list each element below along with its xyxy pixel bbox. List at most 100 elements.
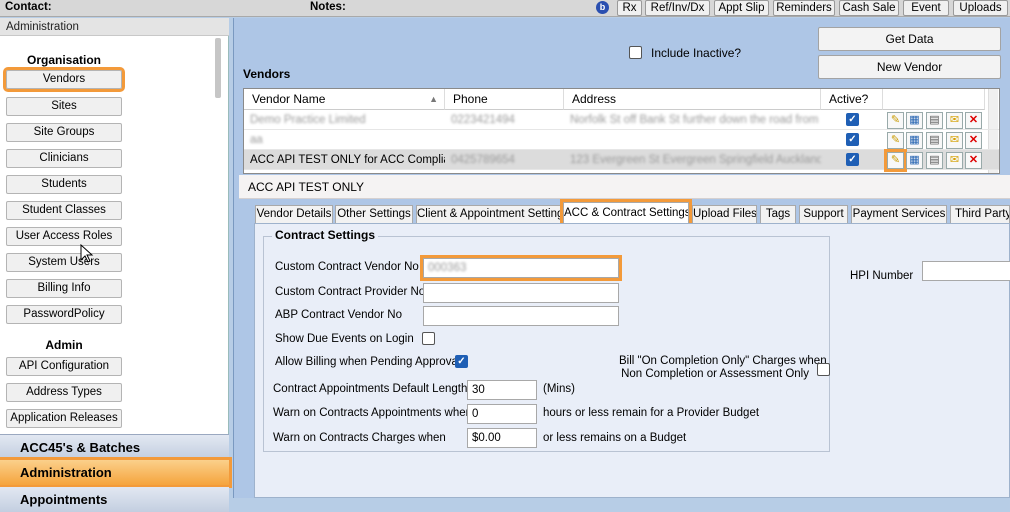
contract-settings-group: Contract Settings Custom Contract Vendor… [263,228,830,452]
table-row[interactable]: Demo Practice Limited 0223421494 Norfolk… [244,110,999,130]
warn-appointments-label: Warn on Contracts Appointments when [273,407,473,419]
tab-other-settings[interactable]: Other Settings [335,205,413,223]
clipboard-icon[interactable]: ▤ [926,112,943,129]
edit-pencil-icon[interactable]: ✎ [887,132,904,149]
warn-charges-field[interactable]: $0.00 [467,428,537,448]
default-length-field[interactable]: 30 [467,380,537,400]
hpi-number-label: HPI Number [850,270,914,282]
warn-appointments-field[interactable]: 0 [467,404,537,424]
tab-tags[interactable]: Tags [760,205,796,223]
abp-contract-vendor-no-field[interactable] [423,306,619,326]
hpi-number-field[interactable] [922,261,1010,281]
calendar-icon[interactable]: ▦ [906,112,923,129]
uploads-button[interactable]: Uploads [953,0,1008,16]
sidebar-item-billing-info[interactable]: Billing Info [6,279,122,298]
tab-acc-contract-settings[interactable]: ACC & Contract Settings [560,199,692,227]
show-due-events-label: Show Due Events on Login [275,333,414,345]
group-title: Contract Settings [272,228,379,242]
delete-icon[interactable]: ✕ [965,152,982,169]
col-header-active[interactable]: Active? [821,89,883,110]
sidebar-item-site-groups[interactable]: Site Groups [6,123,122,142]
tab-body: Contract Settings Custom Contract Vendor… [254,223,1010,498]
nav-band-acc45s[interactable]: ACC45's & Batches [0,434,229,459]
sidebar-item-student-classes[interactable]: Student Classes [6,201,122,220]
ref-inv-dx-button[interactable]: Ref/Inv/Dx [645,0,710,16]
edit-pencil-icon[interactable]: ✎ [884,149,907,172]
active-checkbox[interactable]: ✓ [846,113,859,126]
clipboard-icon[interactable]: ▤ [926,132,943,149]
cash-sale-button[interactable]: Cash Sale [839,0,899,16]
sidebar-item-password-policy[interactable]: PasswordPolicy [6,305,122,324]
bill-on-completion-label-1: Bill "On Completion Only" Charges when [619,355,827,367]
section-organisation: Organisation [26,53,101,67]
include-inactive-label: Include Inactive? [651,46,742,60]
rx-button[interactable]: Rx [617,0,642,16]
delete-icon[interactable]: ✕ [965,132,982,149]
col-header-phone[interactable]: Phone [445,89,564,110]
sidebar-item-vendors[interactable]: Vendors [3,67,125,92]
mins-label: (Mins) [543,383,575,395]
nav-band-administration[interactable]: Administration [0,457,232,488]
warn-charges-suffix: or less remains on a Budget [543,432,687,444]
sidebar-item-address-types[interactable]: Address Types [6,383,122,402]
active-checkbox[interactable]: ✓ [846,153,859,166]
col-header-address[interactable]: Address [564,89,821,110]
sidebar: Administration Organisation Vendors Site… [0,18,232,512]
custom-contract-vendor-no-field[interactable]: 000363 [420,255,622,281]
sidebar-item-api-configuration[interactable]: API Configuration [6,357,122,376]
nav-band-appointments[interactable]: Appointments [0,487,229,512]
warn-appointments-suffix: hours or less remain for a Provider Budg… [543,407,760,419]
sort-asc-icon: ▲ [429,94,438,104]
edit-pencil-icon[interactable]: ✎ [887,112,904,129]
envelope-icon[interactable]: ✉ [946,152,963,169]
custom-contract-provider-no-field[interactable] [423,283,619,303]
tab-client-appointment-settings[interactable]: Client & Appointment Settings [416,205,561,223]
sidebar-item-system-users[interactable]: System Users [6,253,122,272]
tab-support[interactable]: Support [799,205,848,223]
col-header-vendor-name[interactable]: Vendor Name ▲ [244,89,445,110]
sidebar-item-students[interactable]: Students [6,175,122,194]
appt-slip-button[interactable]: Appt Slip [714,0,769,16]
bill-on-completion-label-2: Non Completion or Assessment Only [621,368,809,380]
get-data-button[interactable]: Get Data [818,27,1001,51]
vendors-grid: Vendor Name ▲ Phone Address Active? Demo… [243,88,1000,174]
calendar-icon[interactable]: ▦ [906,132,923,149]
include-inactive-checkbox[interactable] [629,46,642,59]
table-row-selected[interactable]: ACC API TEST ONLY for ACC Complia... 042… [244,149,999,172]
vendors-title: Vendors [243,67,291,81]
sidebar-item-application-releases[interactable]: Application Releases [6,409,122,428]
delete-icon[interactable]: ✕ [965,112,982,129]
sidebar-item-sites[interactable]: Sites [6,97,122,116]
section-admin: Admin [45,338,83,352]
active-checkbox[interactable]: ✓ [846,133,859,146]
new-vendor-button[interactable]: New Vendor [818,55,1001,79]
sidebar-scrollbar[interactable] [215,38,221,98]
tab-payment-services[interactable]: Payment Services [851,205,947,223]
contact-label: Contact: [5,1,52,13]
warn-charges-label: Warn on Contracts Charges when [273,432,446,444]
tab-vendor-details[interactable]: Vendor Details [255,205,333,223]
envelope-icon[interactable]: ✉ [946,112,963,129]
sidebar-header: Administration [0,18,229,36]
allow-billing-label: Allow Billing when Pending Approval [275,356,461,368]
info-icon[interactable]: b [596,1,609,14]
default-length-label: Contract Appointments Default Length [273,383,468,395]
allow-billing-checkbox[interactable]: ✓ [455,355,468,368]
bill-on-completion-checkbox[interactable] [817,363,830,376]
notes-label: Notes: [310,1,346,13]
vendor-detail-panel: ACC API TEST ONLY Vendor Details Other S… [239,175,1010,498]
col-header-actions [883,89,985,110]
reminders-button[interactable]: Reminders [773,0,835,16]
envelope-icon[interactable]: ✉ [946,132,963,149]
clipboard-icon[interactable]: ▤ [926,152,943,169]
mouse-cursor-icon [80,244,94,263]
event-button[interactable]: Event [903,0,949,16]
calendar-icon[interactable]: ▦ [906,152,923,169]
detail-title: ACC API TEST ONLY [239,175,1010,199]
table-row[interactable]: aa ✓ ✎ ▦ ▤ ✉ ✕ [244,130,999,150]
show-due-events-checkbox[interactable] [422,332,435,345]
sidebar-item-clinicians[interactable]: Clinicians [6,149,122,168]
tab-upload-files[interactable]: Upload Files [692,205,757,223]
tab-third-party[interactable]: Third Party I [950,205,1010,223]
sidebar-item-user-access-roles[interactable]: User Access Roles [6,227,122,246]
